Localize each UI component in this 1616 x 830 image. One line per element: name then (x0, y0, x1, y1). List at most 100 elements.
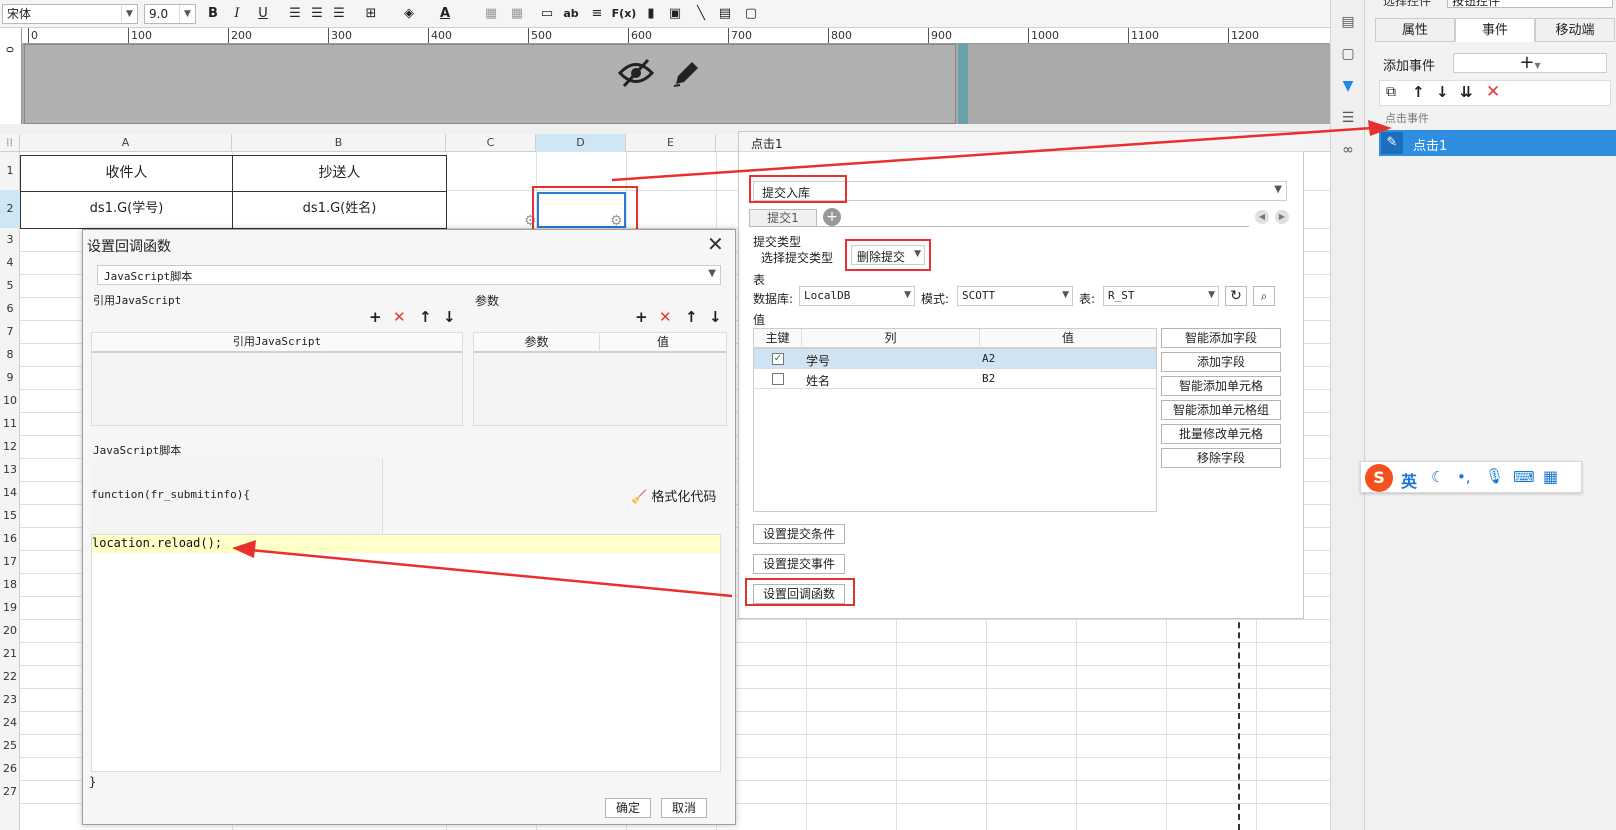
table-row[interactable]: 姓名 B2 (754, 369, 1156, 389)
textbox-icon[interactable]: ▭ (536, 4, 558, 24)
sort-icon[interactable]: ⇊ (1460, 83, 1473, 101)
row-header-4[interactable]: 4 (0, 251, 20, 274)
add-event-button[interactable]: +▼ (1453, 53, 1607, 73)
copy-icon[interactable]: ⧉ (1386, 84, 1396, 100)
delete-icon[interactable]: ✕ (1486, 82, 1500, 102)
widget-settings-icon[interactable]: ▼ (1337, 78, 1359, 98)
keyboard-icon[interactable]: ⌨ (1513, 468, 1535, 486)
tab-mobile[interactable]: 移动端 (1535, 18, 1615, 42)
table-row[interactable]: ✓ 学号 A2 (754, 349, 1156, 369)
move-up-icon[interactable]: ↑ (419, 308, 432, 326)
split-cells-icon[interactable]: ▦ (506, 4, 528, 24)
cell-a1[interactable]: 收件人 (20, 155, 233, 192)
smart-add-cell-button[interactable]: 智能添加单元格 (1161, 376, 1281, 396)
link-icon[interactable]: ∞ (1337, 142, 1359, 162)
arrow-up-icon[interactable]: ↑ (1412, 83, 1425, 101)
insert-widget-icon[interactable]: ▢ (740, 4, 762, 24)
bold-button[interactable]: B (202, 4, 224, 24)
eye-hidden-icon[interactable] (616, 58, 656, 88)
pencil-icon[interactable] (670, 58, 702, 88)
row-header-17[interactable]: 17 (0, 550, 20, 573)
delete-ref-js-icon[interactable]: ✕ (393, 308, 406, 326)
italic-button[interactable]: I (226, 4, 248, 24)
row-header-14[interactable]: 14 (0, 481, 20, 504)
delete-param-icon[interactable]: ✕ (659, 308, 672, 326)
report-header-frame[interactable] (24, 44, 956, 124)
arrow-down-icon[interactable]: ↓ (1436, 83, 1449, 101)
code-line[interactable]: location.reload(); (92, 536, 222, 550)
row-header-9[interactable]: 9 (0, 366, 20, 389)
edit-icon[interactable]: ✎ (1381, 132, 1403, 154)
subreport-icon[interactable]: ▤ (714, 4, 736, 24)
cell-a2[interactable]: ds1.G(学号) (20, 191, 233, 229)
slash-icon[interactable]: ╲ (690, 4, 712, 24)
column-header-b[interactable]: B (232, 134, 446, 152)
column-header-d[interactable]: D (536, 134, 626, 152)
db-select[interactable]: LocalDB ▼ (799, 286, 915, 306)
move-down-icon[interactable]: ↓ (443, 308, 456, 326)
select-all-corner[interactable]: ⁞⁞ (0, 134, 20, 152)
row-header-13[interactable]: 13 (0, 458, 20, 481)
event-item-click1[interactable]: ✎ 点击1 (1379, 130, 1616, 156)
row-header-12[interactable]: 12 (0, 435, 20, 458)
row-header-15[interactable]: 15 (0, 504, 20, 527)
add-ref-js-icon[interactable]: + (369, 308, 382, 326)
row-header-26[interactable]: 26 (0, 757, 20, 780)
search-table-icon[interactable]: ⌕ (1253, 286, 1275, 306)
formula-icon[interactable]: F(x) (610, 4, 638, 24)
align-left-icon[interactable]: ☰ (284, 4, 306, 24)
template-icon[interactable]: ▤ (1337, 14, 1359, 34)
column-header-e[interactable]: E (626, 134, 716, 152)
row-header-25[interactable]: 25 (0, 734, 20, 757)
row-header-3[interactable]: 3 (0, 228, 20, 251)
text-icon[interactable]: ab (560, 4, 582, 24)
add-field-button[interactable]: 添加字段 (1161, 352, 1281, 372)
remove-field-button[interactable]: 移除字段 (1161, 448, 1281, 468)
microphone-icon[interactable]: 🎙 (1485, 467, 1504, 485)
wrap-icon[interactable]: ≡ (586, 4, 608, 24)
column-header-c[interactable]: C (446, 134, 536, 152)
row-header-27[interactable]: 27 (0, 780, 20, 803)
format-code-button[interactable]: 🧹 格式化代码 (631, 486, 716, 505)
align-center-icon[interactable]: ☰ (306, 4, 328, 24)
move-down-icon[interactable]: ↓ (709, 308, 722, 326)
ok-button[interactable]: 确定 (605, 798, 651, 818)
smart-add-field-button[interactable]: 智能添加字段 (1161, 328, 1281, 348)
cancel-button[interactable]: 取消 (661, 798, 707, 818)
row-header-5[interactable]: 5 (0, 274, 20, 297)
row-header-7[interactable]: 7 (0, 320, 20, 343)
widget-select[interactable]: 按钮控件 (1447, 0, 1613, 8)
batch-modify-cell-button[interactable]: 批量修改单元格 (1161, 424, 1281, 444)
merge-cells-icon[interactable]: ▦ (480, 4, 502, 24)
font-size-select[interactable]: 9.0 ▼ (144, 4, 196, 24)
row-header-8[interactable]: 8 (0, 343, 20, 366)
row-header-18[interactable]: 18 (0, 573, 20, 596)
primary-key-checkbox[interactable] (772, 373, 784, 385)
ime-language-toggle[interactable]: 英 (1401, 468, 1417, 492)
row-header-22[interactable]: 22 (0, 665, 20, 688)
row-header-2[interactable]: 2 (0, 190, 20, 228)
underline-button[interactable]: U (252, 4, 274, 24)
refresh-icon[interactable]: ↻ (1225, 286, 1247, 306)
row-header-6[interactable]: 6 (0, 297, 20, 320)
table-select[interactable]: R_ST ▼ (1103, 286, 1219, 306)
punctuation-icon[interactable]: •, (1457, 468, 1471, 486)
column-header-a[interactable]: A (20, 134, 232, 152)
row-header-11[interactable]: 11 (0, 412, 20, 435)
cell-attr-icon[interactable]: ▢ (1337, 46, 1359, 66)
primary-key-checkbox[interactable]: ✓ (772, 353, 784, 365)
row-header-1[interactable]: 1 (0, 152, 20, 190)
add-tab-icon[interactable]: + (823, 208, 841, 226)
chart-icon[interactable]: ▮ (640, 4, 662, 24)
row-header-20[interactable]: 20 (0, 619, 20, 642)
close-icon[interactable]: ✕ (707, 232, 724, 256)
fill-color-icon[interactable]: ◈ (398, 4, 420, 24)
code-editor[interactable]: location.reload(); (91, 534, 721, 772)
tab-next-icon[interactable]: ▶ (1275, 210, 1289, 224)
add-param-icon[interactable]: + (635, 308, 648, 326)
row-header-16[interactable]: 16 (0, 527, 20, 550)
border-icon[interactable]: ⊞ (360, 4, 382, 24)
row-header-10[interactable]: 10 (0, 389, 20, 412)
set-submit-condition-button[interactable]: 设置提交条件 (753, 524, 845, 544)
tab-events[interactable]: 事件 (1455, 18, 1535, 42)
